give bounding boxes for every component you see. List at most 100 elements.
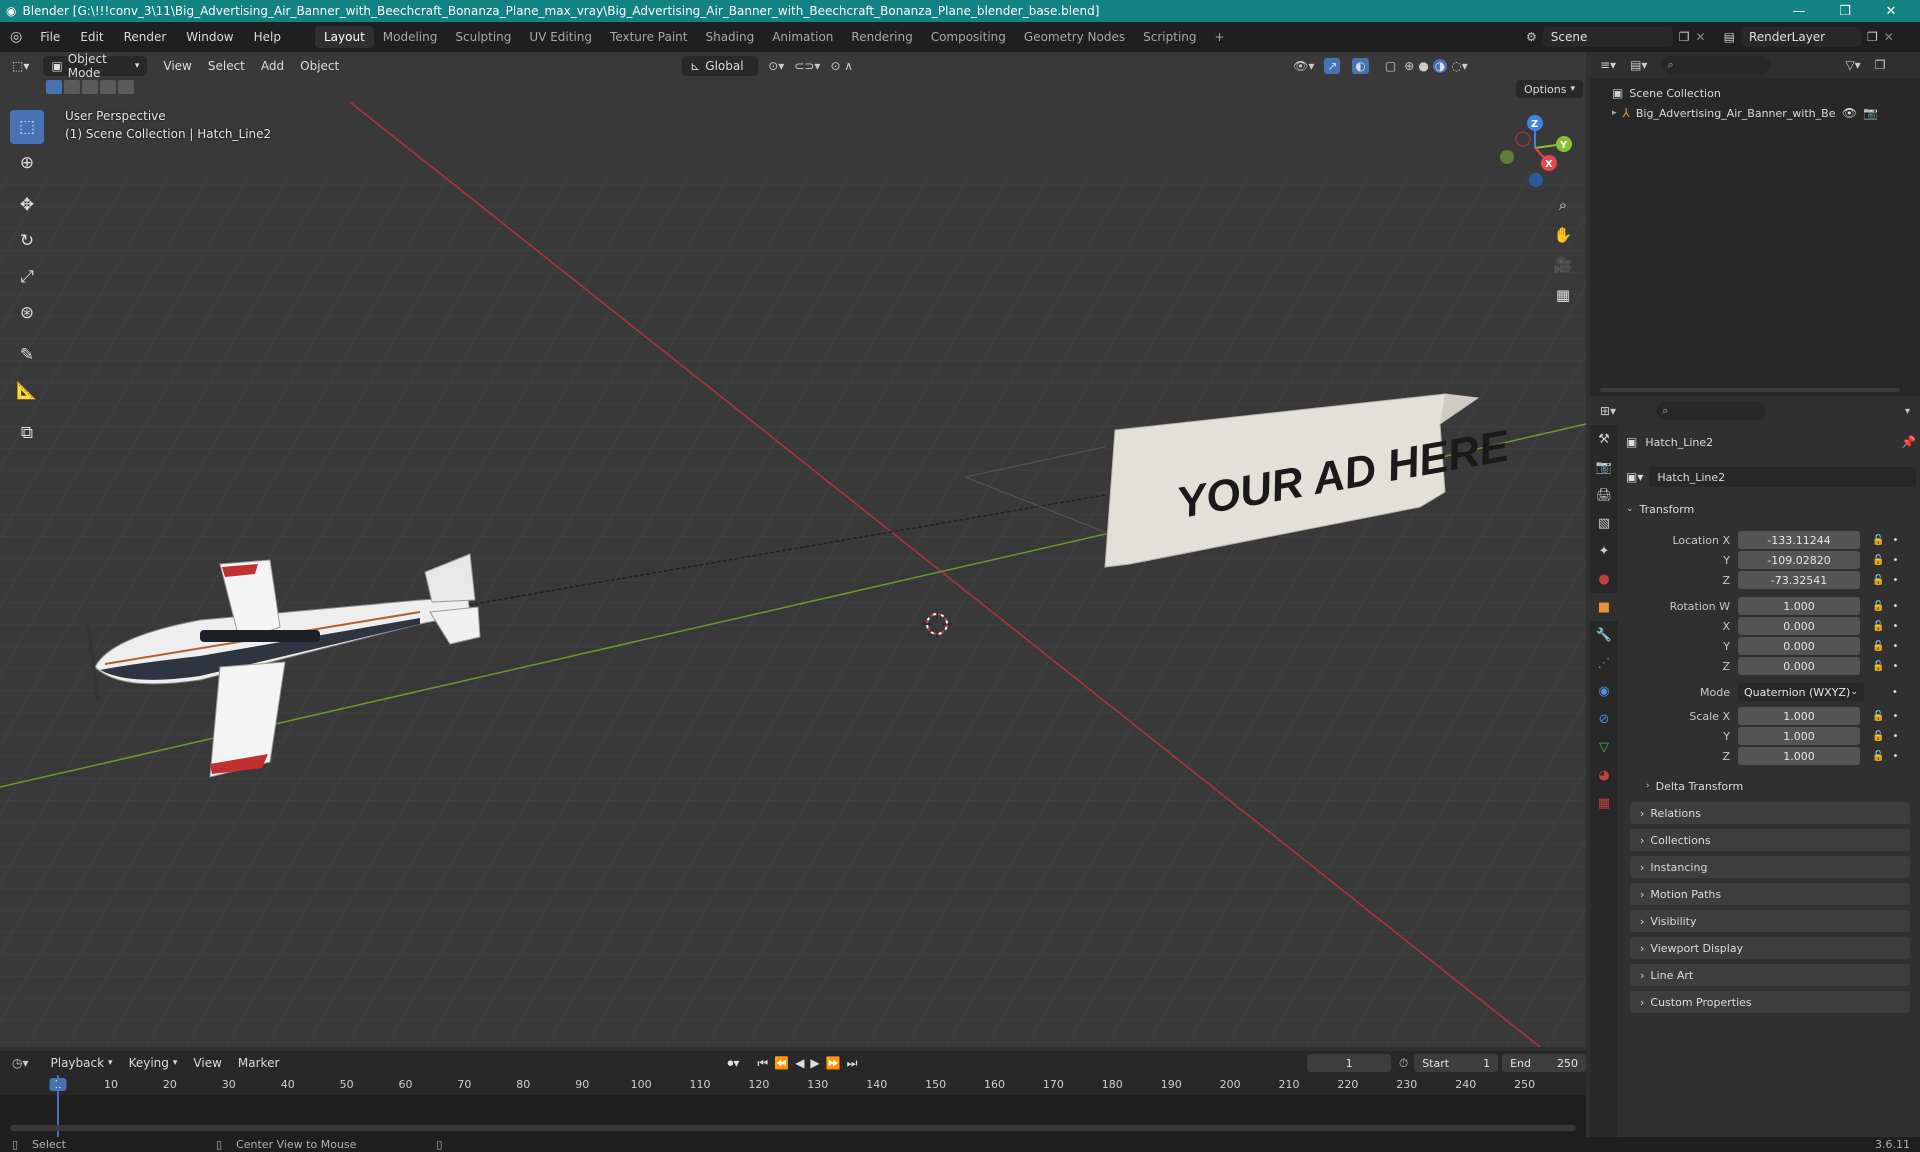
timeline-editor-icon[interactable]: ◷▾ <box>12 1056 29 1070</box>
new-scene-icon[interactable]: ❐ <box>1679 30 1690 44</box>
tab-scripting[interactable]: Scripting <box>1134 26 1205 48</box>
prev-keyframe-icon[interactable]: ⏪ <box>774 1056 789 1070</box>
keyframe-dot-icon[interactable]: • <box>1892 751 1898 762</box>
current-frame-field[interactable]: 1 <box>1307 1054 1391 1072</box>
lock-icon[interactable]: 🔓 <box>1872 575 1884 586</box>
maximize-button[interactable]: ❐ <box>1822 0 1868 22</box>
rotation-z-field[interactable]: 0.000 <box>1738 657 1860 675</box>
location-y-field[interactable]: -109.02820 <box>1738 551 1860 569</box>
add-workspace-button[interactable]: + <box>1206 26 1234 48</box>
delete-scene-icon[interactable]: ✕ <box>1696 30 1706 44</box>
instancing-section[interactable]: › Instancing <box>1630 856 1910 878</box>
viewport-display-section[interactable]: › Viewport Display <box>1630 937 1910 959</box>
tab-layout[interactable]: Layout <box>314 26 374 48</box>
zoom-icon[interactable]: ⌕ <box>1550 192 1576 218</box>
new-layer-icon[interactable]: ❐ <box>1867 30 1878 44</box>
outliner-row-object[interactable]: ▸ ⅄ Big_Advertising_Air_Banner_with_Beec… <box>1590 100 1920 120</box>
measure-tool[interactable]: 📐 <box>10 374 44 408</box>
data-tab-icon[interactable]: ▽ <box>1590 733 1618 761</box>
keyframe-dot-icon[interactable]: • <box>1892 661 1898 672</box>
modifier-tab-icon[interactable]: 🔧 <box>1590 621 1618 649</box>
keyframe-dot-icon[interactable]: • <box>1892 555 1898 566</box>
rendered-shading-icon[interactable]: ◌▾ <box>1451 59 1468 73</box>
outliner-editor-icon[interactable]: ≡▾ <box>1600 58 1616 72</box>
scale-x-field[interactable]: 1.000 <box>1738 707 1860 725</box>
menu-help[interactable]: Help <box>244 30 291 44</box>
keyframe-dot-icon[interactable]: • <box>1892 731 1898 742</box>
xray-icon[interactable]: ▢ <box>1385 59 1396 73</box>
start-frame-field[interactable]: Start 1 <box>1414 1054 1499 1072</box>
collections-section[interactable]: › Collections <box>1630 829 1910 851</box>
menu-marker[interactable]: Marker <box>230 1053 287 1073</box>
lock-icon[interactable]: 🔓 <box>1872 601 1884 612</box>
location-z-field[interactable]: -73.32541 <box>1738 571 1860 589</box>
expand-arrow-icon[interactable]: ▸ <box>1612 108 1617 118</box>
keyframe-dot-icon[interactable]: • <box>1892 621 1898 632</box>
blender-menu-icon[interactable]: ◎ <box>0 29 30 45</box>
lock-icon[interactable]: 🔓 <box>1872 711 1884 722</box>
visibility-section[interactable]: › Visibility <box>1630 910 1910 932</box>
delta-transform-section[interactable]: › Delta Transform <box>1626 776 1916 796</box>
output-tab-icon[interactable]: 🖨 <box>1590 481 1618 509</box>
proportional-edit-icon[interactable]: ⊙ ∧ <box>830 59 853 73</box>
play-icon[interactable]: ▶ <box>810 1056 819 1070</box>
menu-keying[interactable]: Keying ▾ <box>121 1053 186 1073</box>
stopwatch-icon[interactable]: ⏱ <box>1399 1056 1408 1071</box>
timeline-area[interactable]: 1102030405060708090100110120130140150160… <box>0 1075 1586 1137</box>
line-art-section[interactable]: › Line Art <box>1630 964 1910 986</box>
scene-icon[interactable]: ⚙ <box>1526 30 1537 44</box>
lock-icon[interactable]: 🔓 <box>1872 751 1884 762</box>
select-intersect-icon[interactable] <box>118 80 134 94</box>
chevron-down-icon[interactable]: ▾ <box>1905 406 1910 417</box>
world-tab-icon[interactable]: ● <box>1590 565 1618 593</box>
tab-uv-editing[interactable]: UV Editing <box>520 26 601 48</box>
outliner-search-input[interactable]: ⌕ <box>1661 56 1772 74</box>
tab-texture-paint[interactable]: Texture Paint <box>601 26 696 48</box>
pan-hand-icon[interactable]: ✋ <box>1550 222 1576 248</box>
next-keyframe-icon[interactable]: ⏩ <box>826 1056 841 1070</box>
scale-tool[interactable]: ⤢ <box>10 260 44 294</box>
constraints-tab-icon[interactable]: ⊘ <box>1590 705 1618 733</box>
cursor-tool[interactable]: ⊕ <box>10 146 44 180</box>
tab-shading[interactable]: Shading <box>696 26 763 48</box>
keyframe-dot-icon[interactable]: • <box>1892 535 1898 546</box>
eye-icon[interactable]: 👁 <box>1842 106 1857 120</box>
filter-icon[interactable]: ▽▾ <box>1845 58 1860 72</box>
texture-tab-icon[interactable]: ▦ <box>1590 789 1618 817</box>
overlay-toggle-icon[interactable]: ◐ <box>1352 58 1369 74</box>
solid-shading-icon[interactable]: ● <box>1418 59 1428 73</box>
jump-end-icon[interactable]: ⏭ <box>847 1056 858 1071</box>
object-mode-dropdown[interactable]: ▣ Object Mode ▾ <box>43 52 148 80</box>
scene-tab-icon[interactable]: ✦ <box>1590 537 1618 565</box>
transform-section-header[interactable]: ⌄ Transform <box>1626 498 1910 520</box>
render-layer-field[interactable]: RenderLayer <box>1740 27 1861 47</box>
lock-icon[interactable]: 🔓 <box>1872 555 1884 566</box>
timeline-scrollbar[interactable] <box>10 1125 1576 1131</box>
material-tab-icon[interactable]: ◕ <box>1590 761 1618 789</box>
pin-icon[interactable]: 📌 <box>1901 435 1916 449</box>
outliner-row-scene-collection[interactable]: ▣ Scene Collection <box>1590 78 1920 100</box>
keyframe-dot-icon[interactable]: • <box>1892 601 1898 612</box>
end-frame-field[interactable]: End 250 <box>1502 1054 1586 1072</box>
select-new-icon[interactable] <box>46 80 62 94</box>
play-reverse-icon[interactable]: ◀ <box>795 1056 804 1070</box>
rotation-y-field[interactable]: 0.000 <box>1738 637 1860 655</box>
tab-geometry-nodes[interactable]: Geometry Nodes <box>1015 26 1134 48</box>
minimize-button[interactable]: — <box>1776 0 1822 22</box>
select-extend-icon[interactable] <box>64 80 80 94</box>
add-cube-tool[interactable]: ⧉ <box>10 416 44 450</box>
properties-editor-icon[interactable]: ⊞▾ <box>1600 404 1616 418</box>
gizmo-toggle-icon[interactable]: ↗ <box>1324 58 1341 74</box>
material-shading-icon[interactable]: ◑ <box>1432 59 1448 73</box>
scene-field[interactable]: Scene <box>1542 27 1673 47</box>
relations-section[interactable]: › Relations <box>1630 802 1910 824</box>
custom-properties-section[interactable]: › Custom Properties <box>1630 991 1910 1013</box>
menu-add[interactable]: Add <box>253 56 292 76</box>
keyframe-dot-icon[interactable]: • <box>1892 711 1898 722</box>
frame-ruler[interactable]: 1102030405060708090100110120130140150160… <box>0 1075 1586 1095</box>
lock-icon[interactable]: 🔓 <box>1872 641 1884 652</box>
annotate-tool[interactable]: ✎ <box>10 338 44 372</box>
rotation-w-field[interactable]: 1.000 <box>1738 597 1860 615</box>
menu-select[interactable]: Select <box>200 56 253 76</box>
lock-icon[interactable]: 🔓 <box>1872 621 1884 632</box>
